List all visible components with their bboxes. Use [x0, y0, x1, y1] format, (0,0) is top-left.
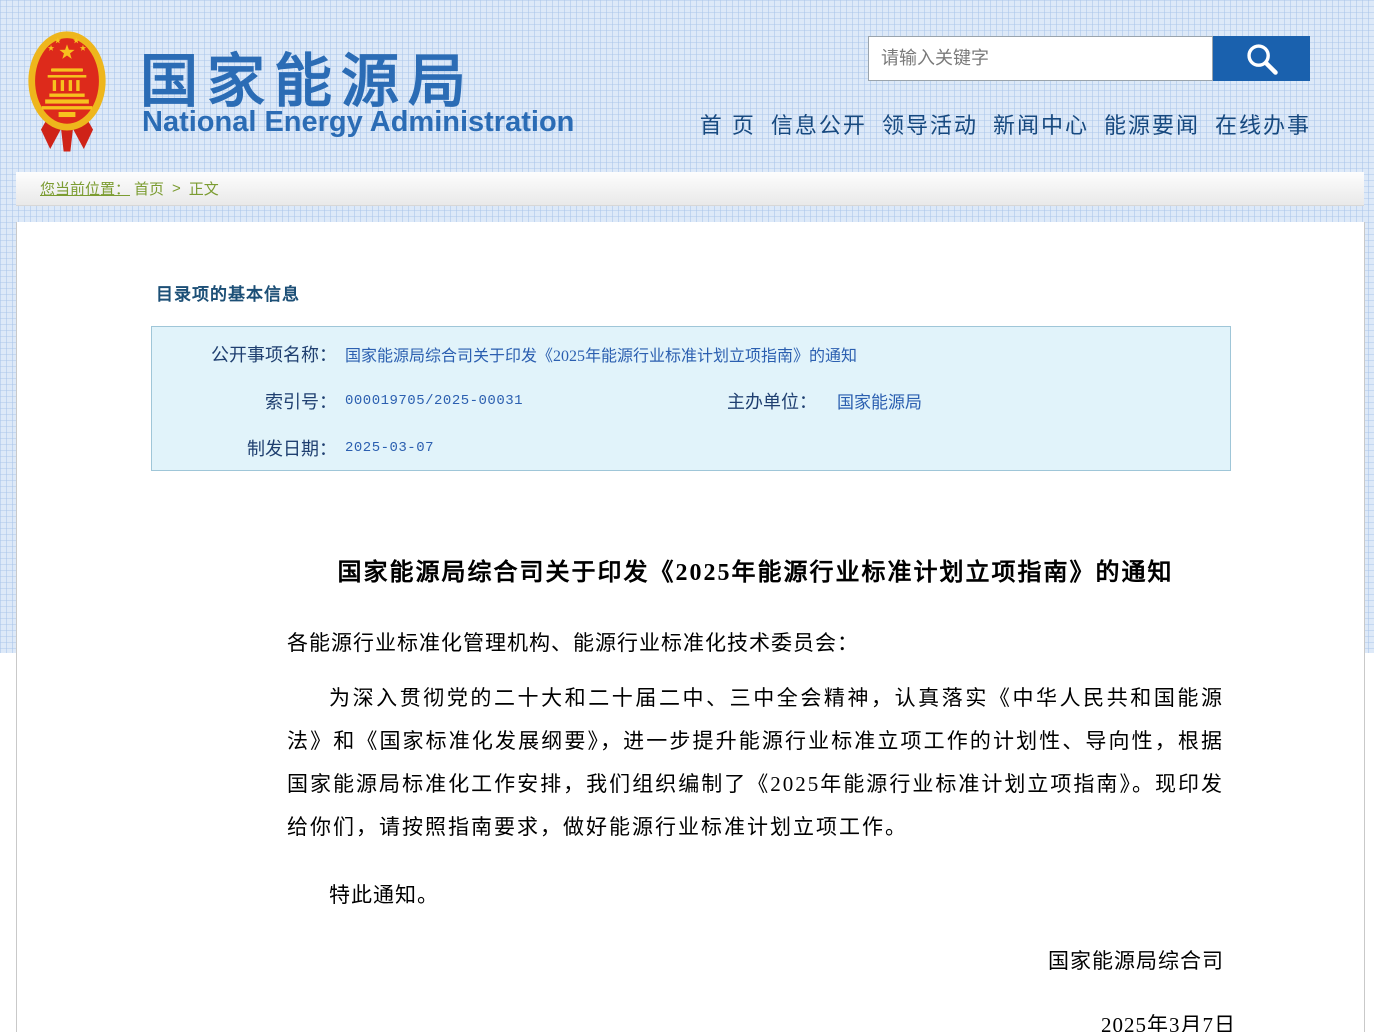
article-signature: 国家能源局综合司	[287, 945, 1224, 975]
page: 国家能源局 National Energy Administration 首 页…	[0, 0, 1374, 1032]
meta-org-label: 主办单位：	[727, 388, 822, 414]
search-icon	[1244, 41, 1280, 77]
article-notice-line: 特此通知。	[287, 879, 1224, 909]
meta-date-value: 2025-03-07	[337, 440, 1230, 456]
content-panel: 目录项的基本信息 公开事项名称： 国家能源局综合司关于印发《2025年能源行业标…	[16, 222, 1365, 1032]
meta-org-value: 国家能源局	[822, 388, 1230, 413]
site-logo[interactable]: 国家能源局 National Energy Administration	[22, 26, 622, 156]
meta-name-value: 国家能源局综合司关于印发《2025年能源行业标准计划立项指南》的通知	[337, 342, 1230, 366]
nav-item-leaders[interactable]: 领导活动	[882, 108, 978, 140]
nav-item-energy[interactable]: 能源要闻	[1104, 108, 1200, 140]
article: 国家能源局综合司关于印发《2025年能源行业标准计划立项指南》的通知 各能源行业…	[287, 557, 1224, 1032]
meta-name-label: 公开事项名称：	[152, 341, 337, 367]
article-date: 2025年3月7日	[287, 1009, 1236, 1032]
meta-index-value: 000019705/2025-00031	[337, 393, 727, 409]
breadcrumb-separator: >	[172, 180, 181, 197]
article-salutation: 各能源行业标准化管理机构、能源行业标准化技术委员会：	[287, 627, 1224, 657]
breadcrumb-home-link[interactable]: 首页	[134, 178, 164, 199]
breadcrumb-current: 正文	[189, 178, 219, 199]
nav-item-online[interactable]: 在线办事	[1215, 108, 1311, 140]
meta-index-label: 索引号：	[152, 388, 337, 414]
meta-section-heading: 目录项的基本信息	[156, 280, 1364, 305]
meta-info-box: 公开事项名称： 国家能源局综合司关于印发《2025年能源行业标准计划立项指南》的…	[151, 326, 1231, 471]
search-button[interactable]	[1213, 36, 1310, 81]
search-input[interactable]	[868, 36, 1213, 81]
national-emblem-icon	[22, 28, 112, 154]
breadcrumb-prefix: 您当前位置：	[40, 178, 130, 199]
document-title: 国家能源局综合司关于印发《2025年能源行业标准计划立项指南》的通知	[287, 557, 1224, 589]
nav-item-home[interactable]: 首 页	[700, 108, 756, 140]
site-title-en: National Energy Administration	[142, 106, 574, 139]
nav-item-info[interactable]: 信息公开	[771, 108, 867, 140]
article-paragraph: 为深入贯彻党的二十大和二十届二中、三中全会精神，认真落实《中华人民共和国能源法》…	[287, 677, 1224, 849]
main-nav: 首 页 信息公开 领导活动 新闻中心 能源要闻 在线办事	[700, 108, 1311, 140]
meta-date-label: 制发日期：	[152, 435, 337, 461]
nav-item-news[interactable]: 新闻中心	[993, 108, 1089, 140]
breadcrumb: 您当前位置： 首页 > 正文	[16, 172, 1364, 206]
